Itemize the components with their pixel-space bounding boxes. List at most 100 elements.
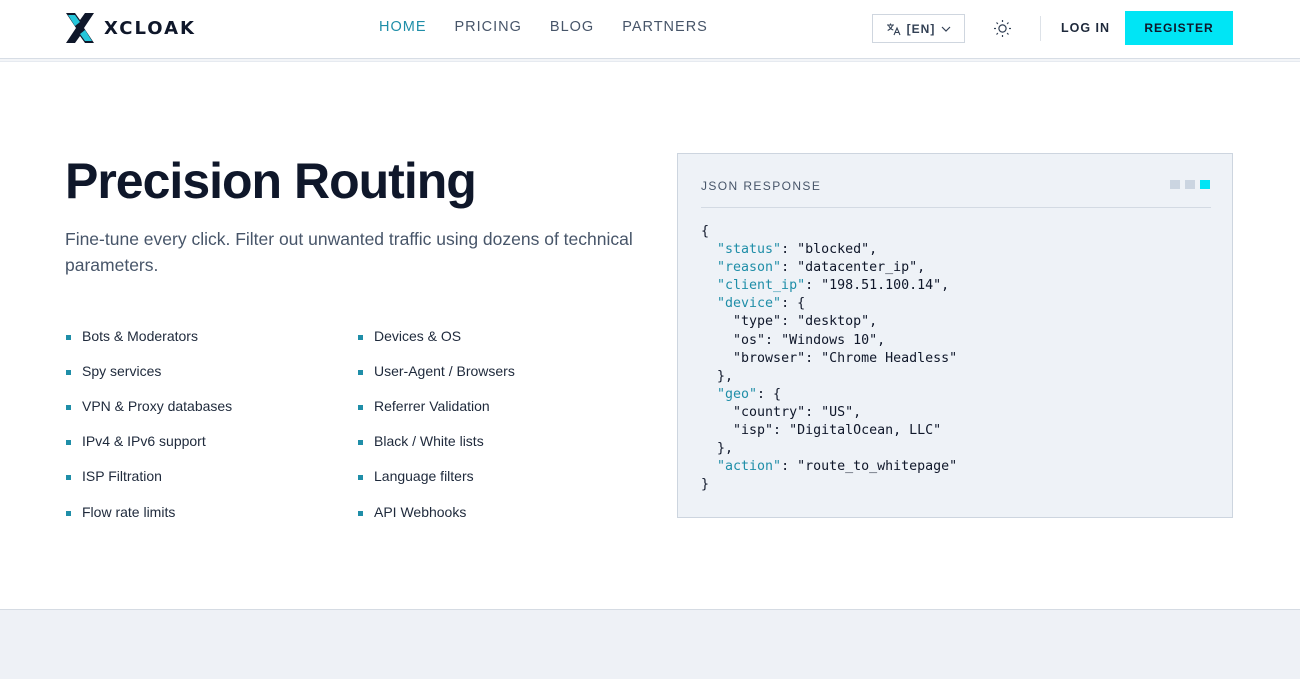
bullet-icon xyxy=(358,334,363,340)
bullet-icon xyxy=(66,440,71,446)
list-item: Flow rate limits xyxy=(66,494,232,529)
code-line: "type": "desktop", xyxy=(701,313,957,331)
nav-partners[interactable]: PARTNERS xyxy=(622,19,708,35)
feature-label: IPv4 & IPv6 support xyxy=(82,433,206,450)
code-line: "os": "Windows 10", xyxy=(701,332,957,350)
language-selector[interactable]: [EN] xyxy=(872,14,965,43)
next-section-band xyxy=(0,609,1300,679)
code-line: "isp": "DigitalOcean, LLC" xyxy=(701,422,957,440)
panel-divider xyxy=(701,207,1211,208)
list-item: IPv4 & IPv6 support xyxy=(66,424,232,459)
json-key: "geo" xyxy=(717,386,758,402)
code-line: }, xyxy=(701,440,957,458)
code-line: "country": "US", xyxy=(701,404,957,422)
xcloak-logo-icon xyxy=(66,13,94,43)
json-value: "isp": "DigitalOcean, LLC" xyxy=(733,423,942,439)
json-value: "type": "desktop", xyxy=(733,314,878,330)
code-line: "browser": "Chrome Headless" xyxy=(701,350,957,368)
code-line: { xyxy=(701,223,957,241)
nav-home[interactable]: HOME xyxy=(379,19,427,35)
list-item: Referrer Validation xyxy=(358,388,515,423)
list-item: Black / White lists xyxy=(358,424,515,459)
json-value: }, xyxy=(717,368,734,384)
list-item: VPN & Proxy databases xyxy=(66,388,232,423)
page-subtitle: Fine-tune every click. Filter out unwant… xyxy=(65,229,633,275)
bullet-icon xyxy=(358,510,363,516)
feature-label: ISP Filtration xyxy=(82,468,162,485)
json-value: "country": "US", xyxy=(733,404,862,420)
feature-label: Flow rate limits xyxy=(82,503,176,520)
json-value: } xyxy=(701,477,710,493)
code-line: "device": { xyxy=(701,295,957,313)
page-title: Precision Routing xyxy=(65,153,477,209)
json-value: : "198.51.100.14", xyxy=(805,278,950,294)
bullet-icon xyxy=(66,475,71,481)
feature-label: API Webhooks xyxy=(374,503,467,520)
json-key: "status" xyxy=(717,242,782,258)
json-response-panel: JSON RESPONSE { "status": "blocked", "re… xyxy=(677,153,1233,518)
code-line: "action": "route_to_whitepage" xyxy=(701,458,957,476)
feature-label: User-Agent / Browsers xyxy=(374,362,515,379)
code-line: "client_ip": "198.51.100.14", xyxy=(701,277,957,295)
bullet-icon xyxy=(66,369,71,375)
json-value: "browser": "Chrome Headless" xyxy=(733,350,958,366)
feature-label: Referrer Validation xyxy=(374,397,490,414)
json-value: : "datacenter_ip", xyxy=(781,260,926,276)
panel-window-dots xyxy=(1170,180,1210,189)
dot-icon xyxy=(1170,180,1180,189)
code-line: } xyxy=(701,476,957,494)
feature-list-left: Bots & Moderators Spy services VPN & Pro… xyxy=(66,318,232,529)
feature-label: Language filters xyxy=(374,468,474,485)
feature-label: Spy services xyxy=(82,362,162,379)
json-value: }, xyxy=(717,441,734,457)
list-item: API Webhooks xyxy=(358,494,515,529)
feature-label: VPN & Proxy databases xyxy=(82,397,233,414)
nav-pricing[interactable]: PRICING xyxy=(455,19,522,35)
json-key: "device" xyxy=(717,296,782,312)
feature-label: Black / White lists xyxy=(374,433,484,450)
json-key: "action" xyxy=(717,459,782,475)
list-item: Language filters xyxy=(358,459,515,494)
bullet-icon xyxy=(66,404,71,410)
header-divider xyxy=(1040,16,1041,41)
header-divider-line xyxy=(0,58,1300,62)
list-item: Bots & Moderators xyxy=(66,318,232,353)
site-header: XCLOAK HOME PRICING BLOG PARTNERS [EN] L… xyxy=(0,0,1300,58)
register-button[interactable]: REGISTER xyxy=(1125,11,1233,45)
main-nav: HOME PRICING BLOG PARTNERS xyxy=(379,19,708,35)
json-value: : { xyxy=(781,296,806,312)
list-item: Devices & OS xyxy=(358,318,515,353)
code-line: "reason": "datacenter_ip", xyxy=(701,259,957,277)
json-value: : "blocked", xyxy=(781,242,878,258)
json-key: "reason" xyxy=(717,260,782,276)
bullet-icon xyxy=(66,334,71,340)
login-link[interactable]: LOG IN xyxy=(1061,21,1110,35)
json-value: { xyxy=(701,224,710,239)
code-line: "geo": { xyxy=(701,386,957,404)
bullet-icon xyxy=(358,369,363,375)
chevron-down-icon xyxy=(941,26,951,32)
json-value: "os": "Windows 10", xyxy=(733,332,886,348)
sun-icon[interactable] xyxy=(993,19,1012,38)
language-label: [EN] xyxy=(906,21,936,36)
nav-blog[interactable]: BLOG xyxy=(550,19,594,35)
list-item: ISP Filtration xyxy=(66,459,232,494)
dot-icon xyxy=(1200,180,1210,189)
translate-icon xyxy=(886,23,901,35)
feature-list-right: Devices & OS User-Agent / Browsers Refer… xyxy=(358,318,515,529)
json-code-block: { "status": "blocked", "reason": "datace… xyxy=(701,223,957,494)
json-key: "client_ip" xyxy=(717,278,806,294)
bullet-icon xyxy=(358,404,363,410)
list-item: Spy services xyxy=(66,353,232,388)
bullet-icon xyxy=(358,440,363,446)
brand-logo[interactable]: XCLOAK xyxy=(66,13,196,43)
bullet-icon xyxy=(66,510,71,516)
json-value: : "route_to_whitepage" xyxy=(781,459,958,475)
code-line: }, xyxy=(701,368,957,386)
json-value: : { xyxy=(757,386,782,402)
feature-label: Devices & OS xyxy=(374,327,462,344)
bullet-icon xyxy=(358,475,363,481)
list-item: User-Agent / Browsers xyxy=(358,353,515,388)
dot-icon xyxy=(1185,180,1195,189)
feature-label: Bots & Moderators xyxy=(82,327,198,344)
